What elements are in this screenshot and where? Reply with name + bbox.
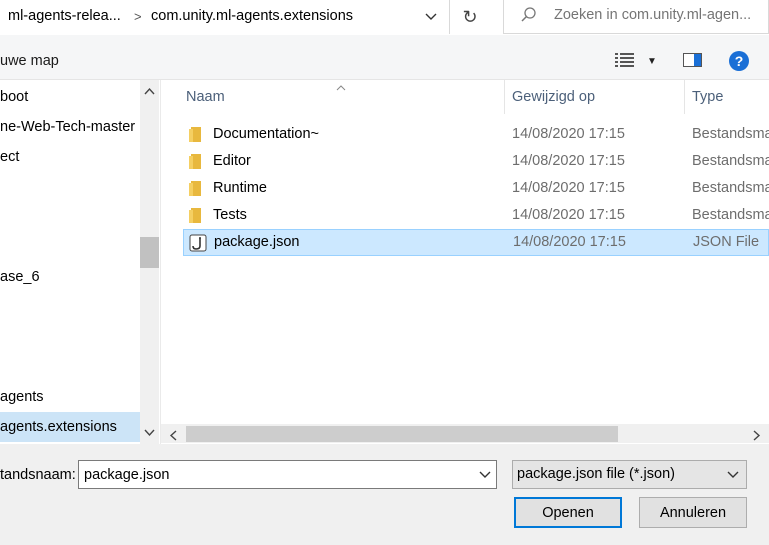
nav-item[interactable]: boot (0, 82, 140, 112)
search-icon (520, 6, 538, 28)
address-dropdown-icon[interactable] (414, 0, 448, 34)
scroll-right-icon[interactable] (753, 429, 761, 445)
file-row[interactable]: Editor 14/08/2020 17:15 Bestandsmap (183, 148, 769, 175)
filename-combobox[interactable] (78, 460, 497, 489)
file-modified: 14/08/2020 17:15 (512, 153, 625, 169)
file-row[interactable]: Documentation~ 14/08/2020 17:15 Bestands… (183, 121, 769, 148)
file-modified: 14/08/2020 17:15 (513, 234, 626, 250)
folder-icon (189, 181, 201, 196)
horizontal-scrollbar-thumb[interactable] (186, 426, 618, 442)
nav-item[interactable]: agents (0, 382, 140, 412)
file-name: Runtime (213, 180, 267, 196)
toolbar: uwe map ▼ ? (0, 35, 769, 80)
nav-item-selected[interactable]: agents.extensions (0, 412, 140, 442)
json-file-icon (189, 234, 207, 252)
filter-dropdown-icon[interactable] (727, 467, 739, 483)
file-type-filter-value: package.json file (*.json) (517, 466, 675, 482)
search-input[interactable] (554, 7, 764, 23)
column-divider[interactable] (684, 80, 685, 114)
breadcrumb-separator-icon[interactable]: > (134, 9, 142, 24)
filename-label: tandsnaam: (0, 467, 76, 483)
scroll-left-icon[interactable] (169, 429, 177, 445)
file-type: JSON File (693, 234, 760, 250)
nav-scrollbar-thumb[interactable] (140, 237, 159, 268)
breadcrumb-current[interactable]: com.unity.ml-agents.extensions (151, 8, 353, 24)
file-name: Tests (213, 207, 247, 223)
file-modified: 14/08/2020 17:15 (512, 126, 625, 142)
file-type: Bestandsmap (692, 126, 769, 142)
file-name: Editor (213, 153, 251, 169)
filename-input[interactable] (84, 467, 464, 483)
view-dropdown-icon[interactable]: ▼ (647, 56, 657, 67)
cancel-button[interactable]: Annuleren (639, 497, 747, 528)
column-header-type[interactable]: Type (692, 89, 723, 105)
column-header-name[interactable]: Naam (186, 89, 225, 105)
folder-icon (189, 154, 201, 169)
file-row-selected[interactable]: package.json 14/08/2020 17:15 JSON File (183, 229, 769, 256)
scroll-up-icon[interactable] (144, 86, 155, 98)
refresh-icon[interactable]: ↻ (449, 0, 490, 34)
file-modified: 14/08/2020 17:15 (512, 207, 625, 223)
preview-pane-icon[interactable] (683, 53, 703, 72)
file-row[interactable]: Tests 14/08/2020 17:15 Bestandsmap (183, 202, 769, 229)
file-type: Bestandsmap (692, 180, 769, 196)
open-button[interactable]: Openen (514, 497, 622, 528)
file-name: package.json (214, 234, 300, 250)
scroll-down-icon[interactable] (144, 428, 155, 440)
column-divider[interactable] (504, 80, 505, 114)
breadcrumb-parent[interactable]: ml-agents-relea... (8, 8, 121, 24)
new-folder-button[interactable]: uwe map (0, 53, 59, 69)
help-icon[interactable]: ? (729, 51, 749, 71)
file-type: Bestandsmap (692, 153, 769, 169)
nav-item[interactable]: ne-Web-Tech-master (0, 112, 140, 142)
nav-item[interactable]: ase_6 (0, 262, 140, 292)
search-box[interactable] (503, 0, 769, 34)
view-options-icon[interactable] (615, 53, 635, 71)
column-header-modified[interactable]: Gewijzigd op (512, 89, 595, 105)
folder-icon (189, 127, 201, 142)
nav-item[interactable]: ect (0, 142, 140, 172)
file-type-filter[interactable]: package.json file (*.json) (512, 460, 747, 489)
file-row[interactable]: Runtime 14/08/2020 17:15 Bestandsmap (183, 175, 769, 202)
file-name: Documentation~ (213, 126, 319, 142)
file-modified: 14/08/2020 17:15 (512, 180, 625, 196)
filename-dropdown-icon[interactable] (479, 467, 491, 483)
sort-ascending-icon (336, 79, 346, 95)
folder-icon (189, 208, 201, 223)
file-type: Bestandsmap (692, 207, 769, 223)
